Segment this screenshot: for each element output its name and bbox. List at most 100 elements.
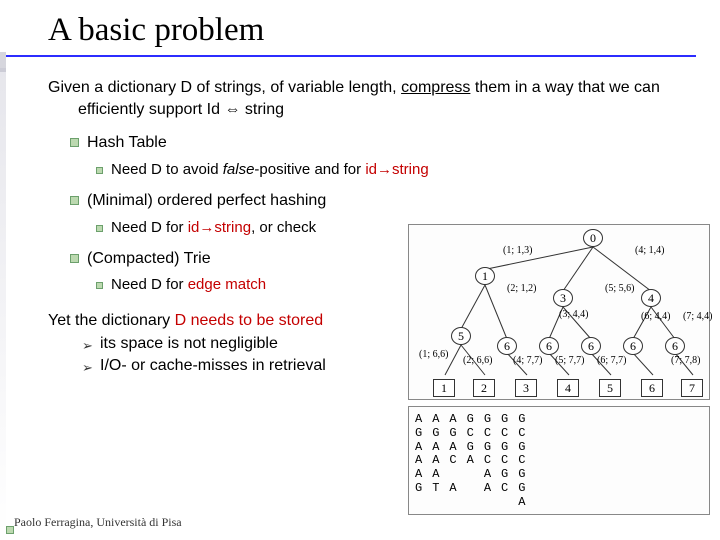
matrix-cell: G	[484, 413, 491, 427]
leaf-node: 4	[557, 379, 579, 397]
t: edge match	[188, 276, 266, 293]
edge-label: (5; 7,7)	[555, 355, 584, 366]
matrix-column: AGAAAG	[415, 413, 422, 510]
corner-decoration	[6, 526, 14, 534]
edge-label: (7; 7,8)	[671, 355, 700, 366]
item-label: (Compacted) Trie	[87, 248, 211, 270]
list-subitem: Need D to avoid false-positive and for i…	[96, 160, 696, 180]
arrow-bullet-icon: ➢	[82, 337, 92, 355]
matrix-cell: G	[467, 413, 474, 427]
t: id→string	[188, 219, 251, 236]
matrix-cell	[467, 482, 474, 496]
bullet-icon	[70, 138, 79, 147]
intro-underlined: compress	[401, 79, 470, 96]
edge-label: (3; 4,4)	[559, 309, 588, 320]
matrix-cell: C	[518, 454, 525, 468]
yet-text: I/O- or cache-misses in retrieval	[100, 355, 326, 377]
leaf-node: 1	[433, 379, 455, 397]
matrix-cell: A	[449, 441, 456, 455]
leaf-node: 6	[641, 379, 663, 397]
tree-node: 3	[553, 289, 573, 307]
bullet-icon	[96, 225, 103, 232]
footer-author: Paolo Ferragina, Università di Pisa	[14, 515, 182, 530]
bullet-icon	[96, 167, 103, 174]
list-item: Hash Table Need D to avoid false-positiv…	[70, 132, 696, 180]
edge-label: (1; 1,3)	[503, 245, 532, 256]
matrix-column: AGAC A	[449, 413, 456, 510]
edge-label: (2; 1,2)	[507, 283, 536, 294]
tree-node: 6	[665, 337, 685, 355]
edge-label: (1; 6,6)	[419, 349, 448, 360]
matrix-cell: A	[449, 413, 456, 427]
leaf-node: 5	[599, 379, 621, 397]
yet-red: D needs to be stored	[175, 312, 324, 329]
matrix-cell: G	[501, 468, 508, 482]
item-label: (Minimal) ordered perfect hashing	[87, 190, 326, 212]
t: -positive and for	[254, 161, 365, 178]
edge-label: (4; 7,7)	[513, 355, 542, 366]
leaf-node: 3	[515, 379, 537, 397]
tree-node: 6	[581, 337, 601, 355]
matrix-cell: C	[501, 482, 508, 496]
matrix-cell: G	[467, 441, 474, 455]
matrix-cell: A	[484, 468, 491, 482]
matrix-column: GCGA	[467, 413, 474, 510]
edge-label: (2; 6,6)	[463, 355, 492, 366]
matrix-cell: C	[467, 427, 474, 441]
matrix-cell: A	[415, 468, 422, 482]
tree-node: 6	[539, 337, 559, 355]
matrix-cell: A	[484, 482, 491, 496]
item-label: Hash Table	[87, 132, 167, 154]
matrix-cell: A	[415, 454, 422, 468]
t: id→string	[365, 161, 428, 178]
matrix-cell: G	[415, 427, 422, 441]
matrix-cell: A	[432, 454, 439, 468]
matrix-cell: T	[432, 482, 439, 496]
yet-text: its space is not negligible	[100, 333, 278, 355]
string-matrix: AGAAAGAGAAATAGAC AGCGA GCGCAAGCGCGCGCGCG…	[408, 406, 710, 515]
matrix-cell: G	[518, 468, 525, 482]
matrix-column: AGAAAT	[432, 413, 439, 510]
matrix-cell: A	[415, 413, 422, 427]
subitem-text: Need D for id→string, or check	[111, 218, 316, 238]
arrow-bullet-icon: ➢	[82, 359, 92, 377]
matrix-column: GCGCAA	[484, 413, 491, 510]
edge-label: (6; 4,4)	[641, 311, 670, 322]
matrix-cell	[449, 468, 456, 482]
matrix-column: GCGCGGA	[518, 413, 525, 510]
intro-prefix: Given a dictionary D of strings, of vari…	[48, 79, 401, 96]
matrix-cell: A	[449, 482, 456, 496]
matrix-cell: G	[484, 441, 491, 455]
title-underline	[6, 55, 696, 57]
t: Need D for	[111, 276, 188, 293]
page-title: A basic problem	[48, 12, 720, 53]
matrix-column: GCGCGC	[501, 413, 508, 510]
figure: 01345123456766666 (1; 1,3)(4; 1,4)(2; 1,…	[408, 224, 710, 515]
matrix-cell: A	[467, 454, 474, 468]
matrix-cell: G	[518, 441, 525, 455]
edge-label: (5; 5,6)	[605, 283, 634, 294]
matrix-cell: G	[501, 413, 508, 427]
matrix-cell: C	[501, 454, 508, 468]
t: false	[223, 161, 255, 178]
matrix-cell: A	[518, 496, 525, 510]
edge-label: (4; 1,4)	[635, 245, 664, 256]
tree-node: 4	[641, 289, 661, 307]
matrix-cell: C	[501, 427, 508, 441]
matrix-cell: A	[415, 441, 422, 455]
trie-diagram: 01345123456766666 (1; 1,3)(4; 1,4)(2; 1,…	[408, 224, 710, 400]
intro-mapsym: ⇔	[224, 101, 240, 118]
t: Need D to avoid	[111, 161, 223, 178]
matrix-cell: G	[501, 441, 508, 455]
side-shadow	[0, 68, 6, 534]
tree-node: 6	[497, 337, 517, 355]
t: , or check	[251, 219, 316, 236]
intro-paragraph: Given a dictionary D of strings, of vari…	[48, 77, 696, 120]
matrix-cell: G	[518, 413, 525, 427]
matrix-cell: C	[518, 427, 525, 441]
matrix-cell: A	[432, 441, 439, 455]
matrix-cell: A	[432, 468, 439, 482]
matrix-cell: G	[518, 482, 525, 496]
matrix-cell: C	[484, 454, 491, 468]
tree-node: 5	[451, 327, 471, 345]
